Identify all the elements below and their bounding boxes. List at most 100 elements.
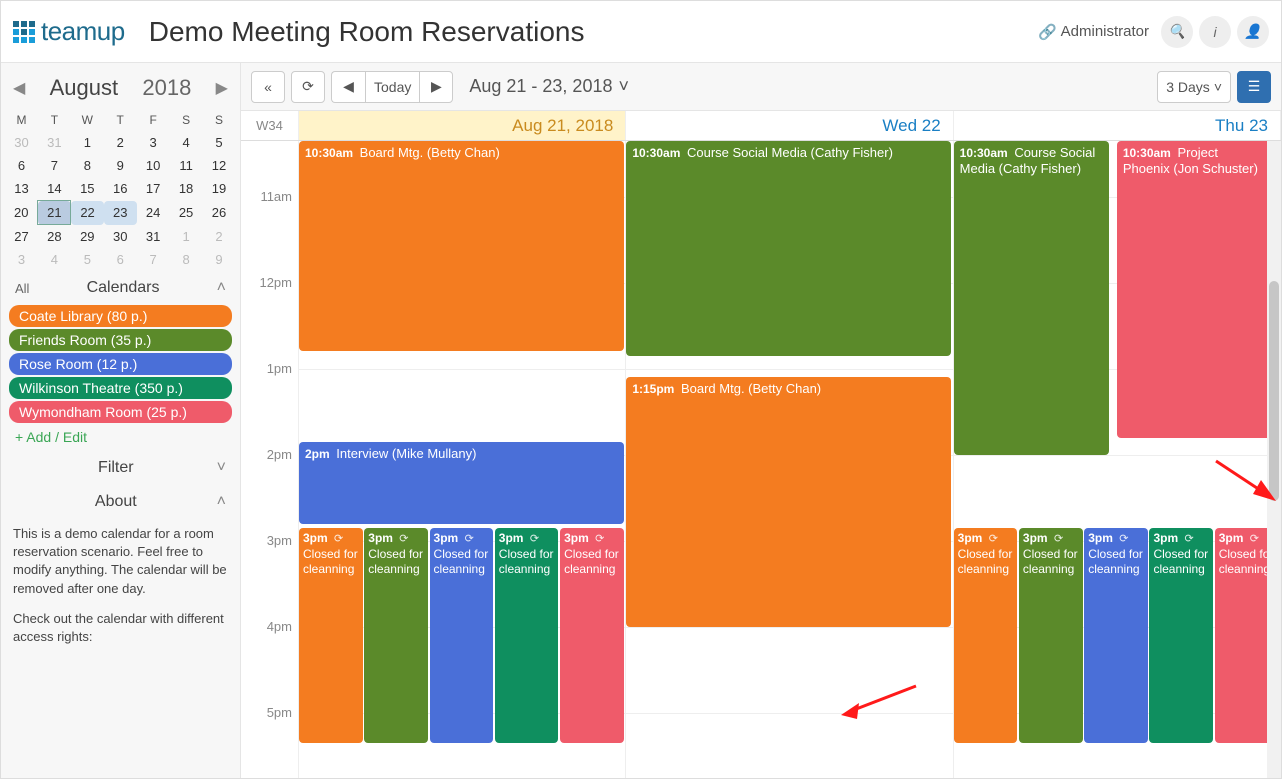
mini-day[interactable]: 20: [5, 201, 38, 225]
calendar-chip[interactable]: Rose Room (12 p.): [9, 353, 232, 375]
mini-day[interactable]: 16: [104, 177, 137, 201]
event[interactable]: 3pm ⟳ Closed for cleanning: [1019, 528, 1083, 743]
date-range-picker[interactable]: Aug 21 - 23, 2018 ˅: [469, 76, 629, 97]
mini-day[interactable]: 1: [170, 225, 203, 249]
mini-day[interactable]: 23: [104, 201, 137, 225]
admin-link[interactable]: 🔗 Administrator: [1038, 23, 1149, 41]
mini-day[interactable]: 3: [137, 131, 170, 154]
mini-month[interactable]: August: [50, 75, 119, 101]
mini-day[interactable]: 28: [38, 225, 71, 249]
mini-day[interactable]: 13: [5, 177, 38, 201]
event[interactable]: 3pm ⟳ Closed for cleanning: [364, 528, 428, 743]
calendar-chip[interactable]: Coate Library (80 p.): [9, 305, 232, 327]
add-edit-link[interactable]: + Add / Edit: [5, 423, 236, 451]
mini-day[interactable]: 5: [203, 131, 236, 154]
mini-day[interactable]: 17: [137, 177, 170, 201]
logo[interactable]: teamup: [13, 16, 125, 47]
mini-year[interactable]: 2018: [142, 75, 191, 101]
mini-day[interactable]: 1: [71, 131, 104, 154]
mini-day[interactable]: 25: [170, 201, 203, 225]
day-header-2[interactable]: Thu 23: [954, 111, 1281, 140]
chevron-right-icon: ▶: [431, 78, 442, 95]
today-button[interactable]: Today: [365, 71, 419, 103]
mini-day[interactable]: 18: [170, 177, 203, 201]
mini-dow: S: [203, 109, 236, 131]
mini-day[interactable]: 21: [38, 201, 71, 225]
user-button[interactable]: 👤: [1237, 16, 1269, 48]
event[interactable]: 1:15pm Board Mtg. (Betty Chan): [626, 377, 951, 627]
mini-day[interactable]: 31: [38, 131, 71, 154]
mini-day[interactable]: 22: [71, 201, 104, 225]
day-header-0[interactable]: Aug 21, 2018: [299, 111, 626, 140]
mini-day[interactable]: 10: [137, 154, 170, 177]
event[interactable]: 3pm ⟳ Closed for cleanning: [1084, 528, 1148, 743]
mini-next[interactable]: ▶: [216, 78, 228, 98]
mini-day[interactable]: 3: [5, 248, 38, 271]
mini-day[interactable]: 15: [71, 177, 104, 201]
mini-day[interactable]: 24: [137, 201, 170, 225]
search-button[interactable]: 🔍: [1161, 16, 1193, 48]
event[interactable]: 10:30am Course Social Media (Cathy Fishe…: [954, 141, 1109, 455]
mini-dow: T: [38, 109, 71, 131]
hour-label: 12pm: [241, 275, 298, 361]
mini-day[interactable]: 7: [38, 154, 71, 177]
mini-day[interactable]: 11: [170, 154, 203, 177]
mini-day[interactable]: 5: [71, 248, 104, 271]
mini-day[interactable]: 8: [170, 248, 203, 271]
mini-day[interactable]: 2: [104, 131, 137, 154]
day-column-2[interactable]: 10:30am Course Social Media (Cathy Fishe…: [954, 141, 1281, 778]
mini-day[interactable]: 14: [38, 177, 71, 201]
about-header[interactable]: About ˄: [5, 485, 236, 519]
mini-day[interactable]: 9: [203, 248, 236, 271]
day-column-1[interactable]: 10:30am Course Social Media (Cathy Fishe…: [626, 141, 953, 778]
event[interactable]: 10:30am Project Phoenix (Jon Schuster): [1117, 141, 1272, 438]
day-column-0[interactable]: 10:30am Board Mtg. (Betty Chan) 2pm Inter…: [299, 141, 626, 778]
prev-range-button[interactable]: ◀: [331, 71, 365, 103]
mini-day[interactable]: 29: [71, 225, 104, 249]
calendar-chip[interactable]: Wilkinson Theatre (350 p.): [9, 377, 232, 399]
mini-day[interactable]: 30: [5, 131, 38, 154]
mini-day[interactable]: 4: [170, 131, 203, 154]
event[interactable]: 10:30am Course Social Media (Cathy Fishe…: [626, 141, 951, 356]
hour-label: 1pm: [241, 361, 298, 447]
event[interactable]: 2pm Interview (Mike Mullany): [299, 442, 624, 524]
calendar-chip[interactable]: Wymondham Room (25 p.): [9, 401, 232, 423]
mini-day[interactable]: 7: [137, 248, 170, 271]
mini-day[interactable]: 26: [203, 201, 236, 225]
brand-text: teamup: [41, 16, 125, 47]
mini-day[interactable]: 6: [104, 248, 137, 271]
info-button[interactable]: i: [1199, 16, 1231, 48]
calendars-header[interactable]: All Calendars ˄: [5, 271, 236, 305]
collapse-button[interactable]: «: [251, 71, 285, 103]
event[interactable]: 3pm ⟳ Closed for cleanning: [954, 528, 1018, 743]
mini-day[interactable]: 31: [137, 225, 170, 249]
mini-day[interactable]: 27: [5, 225, 38, 249]
day-header-1[interactable]: Wed 22: [626, 111, 953, 140]
next-range-button[interactable]: ▶: [419, 71, 453, 103]
mini-day[interactable]: 9: [104, 154, 137, 177]
mini-day[interactable]: 30: [104, 225, 137, 249]
mini-day[interactable]: 12: [203, 154, 236, 177]
mini-day[interactable]: 4: [38, 248, 71, 271]
refresh-button[interactable]: ⟳: [291, 71, 325, 103]
event[interactable]: 3pm ⟳ Closed for cleanning: [299, 528, 363, 743]
calendar-chip[interactable]: Friends Room (35 p.): [9, 329, 232, 351]
mini-prev[interactable]: ◀: [13, 78, 25, 98]
view-picker[interactable]: 3 Days ˅: [1157, 71, 1231, 103]
event[interactable]: 3pm ⟳ Closed for cleanning: [1149, 528, 1213, 743]
mini-day[interactable]: 6: [5, 154, 38, 177]
scrollbar-thumb[interactable]: [1269, 281, 1279, 501]
chevron-down-icon: ˅: [217, 459, 226, 477]
toolbar: « ⟳ ◀ Today ▶ Aug 21 - 23, 2018 ˅ 3 Days…: [241, 63, 1281, 111]
menu-button[interactable]: ☰: [1237, 71, 1271, 103]
event[interactable]: 3pm ⟳ Closed for cleanning: [560, 528, 624, 743]
mini-day[interactable]: 2: [203, 225, 236, 249]
event[interactable]: 10:30am Board Mtg. (Betty Chan): [299, 141, 624, 351]
mini-day[interactable]: 8: [71, 154, 104, 177]
chevron-up-icon: ˄: [217, 279, 226, 297]
filter-header[interactable]: Filter ˅: [5, 451, 236, 485]
event[interactable]: 3pm ⟳ Closed for cleanning: [430, 528, 494, 743]
scrollbar[interactable]: [1267, 141, 1281, 778]
mini-day[interactable]: 19: [203, 177, 236, 201]
event[interactable]: 3pm ⟳ Closed for cleanning: [495, 528, 559, 743]
